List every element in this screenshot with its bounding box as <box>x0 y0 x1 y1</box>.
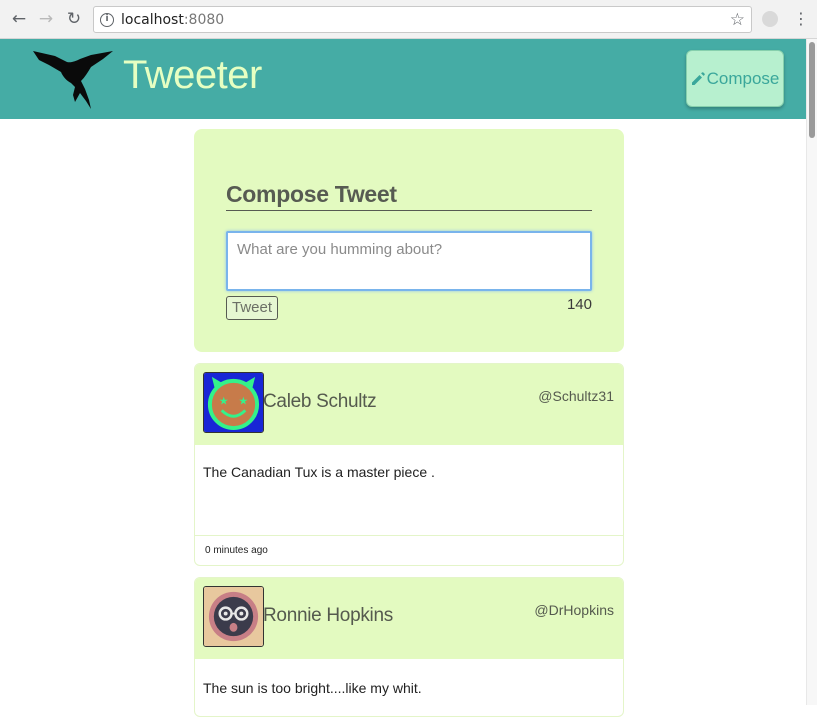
svg-text:★: ★ <box>238 394 248 407</box>
kebab-menu-icon[interactable]: ⋮ <box>793 9 809 29</box>
tweet-submit-button[interactable]: Tweet <box>226 296 278 320</box>
author-handle: @Schultz31 <box>538 388 614 404</box>
extension-icon[interactable] <box>762 11 778 27</box>
avatar <box>203 586 264 647</box>
pencil-icon <box>691 71 705 85</box>
url-host: localhost <box>121 12 184 28</box>
forward-arrow-icon[interactable]: → <box>36 9 56 29</box>
back-arrow-icon[interactable]: ← <box>9 9 29 29</box>
app-header: Tweeter Compose <box>0 39 806 119</box>
author-name: Caleb Schultz <box>263 391 377 412</box>
compose-button-label: Compose <box>706 68 780 88</box>
tweet-header: ★ ★ Caleb Schultz @Schultz31 <box>195 364 623 445</box>
compose-tweet-panel: Compose Tweet Tweet 140 <box>194 129 624 352</box>
author-handle: @DrHopkins <box>534 602 614 618</box>
info-icon[interactable]: i <box>100 13 114 27</box>
app-title: Tweeter <box>123 53 262 97</box>
url-port: :8080 <box>183 12 225 28</box>
tweet-textarea[interactable] <box>226 231 592 291</box>
url-text: localhost:8080 <box>121 12 224 28</box>
tweet-content: The Canadian Tux is a master piece . <box>203 464 435 480</box>
tweet-header: Ronnie Hopkins @DrHopkins <box>195 578 623 659</box>
compose-heading: Compose Tweet <box>226 181 592 211</box>
tweet-footer: 0 minutes ago <box>195 535 623 565</box>
author-name: Ronnie Hopkins <box>263 605 393 626</box>
character-counter: 140 <box>566 296 592 313</box>
tweet-timestamp: 0 minutes ago <box>205 545 268 556</box>
tweet-content: The sun is too bright....like my whit. <box>203 680 422 696</box>
address-bar[interactable]: i localhost:8080 ☆ <box>93 6 752 33</box>
tweet-card: ★ ★ Caleb Schultz @Schultz31 The Canadia… <box>194 363 624 566</box>
bookmark-star-icon[interactable]: ☆ <box>730 10 745 30</box>
page-scrollbar[interactable] <box>806 39 817 705</box>
reload-icon[interactable]: ↻ <box>64 9 84 29</box>
compose-toggle-button[interactable]: Compose <box>686 50 784 107</box>
browser-toolbar: ← → ↻ i localhost:8080 ☆ ⋮ <box>0 0 817 39</box>
scrollbar-thumb[interactable] <box>809 42 815 138</box>
svg-text:★: ★ <box>219 394 229 407</box>
tweet-card: Ronnie Hopkins @DrHopkins The sun is too… <box>194 577 624 717</box>
hummingbird-logo-icon <box>33 51 113 109</box>
avatar: ★ ★ <box>203 372 264 433</box>
